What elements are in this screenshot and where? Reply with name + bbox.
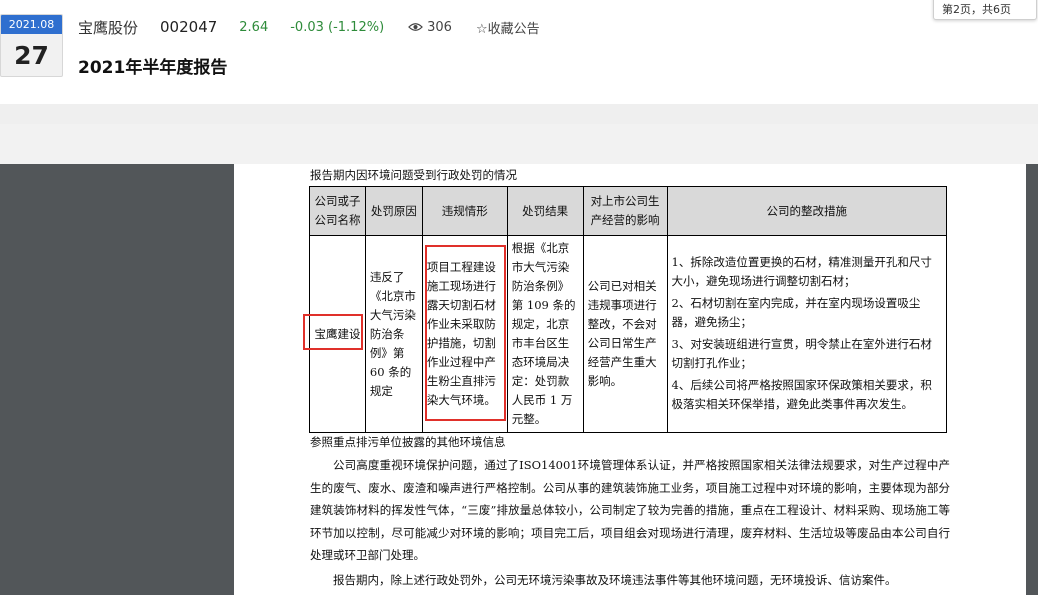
- stock-change: -0.03 (-1.12%): [290, 19, 385, 35]
- highlight-box-company: [303, 314, 363, 350]
- pdf-viewer[interactable]: 报告期内因环境问题受到行政处罚的情况 公司或子公司名称 处罚原因 违规情形 处罚…: [0, 164, 1038, 595]
- cell-reason: 违反了《北京市大气污染防治条例》第 60 条的规定: [364, 235, 423, 433]
- table-row: 宝鹰建设 违反了《北京市大气污染防治条例》第 60 条的规定 项目工程建设施工现…: [309, 235, 947, 433]
- stock-info-row: 宝鹰股份 002047 2.64 -0.03 (-1.12%) 306 ☆收藏公…: [78, 16, 540, 38]
- page-indicator: 第2页，共6页: [933, 0, 1037, 20]
- sub-title: 参照重点排污单位披露的其他环境信息: [310, 435, 506, 449]
- cell-result: 根据《北京市大气污染防治条例》第 109 条的规定，北京市丰台区生态环境局决定：…: [506, 235, 584, 433]
- document-page: 报告期内因环境问题受到行政处罚的情况 公司或子公司名称 处罚原因 违规情形 处罚…: [234, 164, 1026, 595]
- table-header-row: 公司或子公司名称 处罚原因 违规情形 处罚结果 对上市公司生产经营的影响 公司的…: [309, 186, 947, 236]
- page-title: 2021年半年度报告: [78, 58, 228, 78]
- header-violation: 违规情形: [421, 186, 508, 236]
- announcement-header: 2021.08 27 宝鹰股份 002047 2.64 -0.03 (-1.12…: [0, 0, 1038, 104]
- viewer-toolbar-area: [0, 124, 1038, 164]
- paragraph: 报告期内，除上述行政处罚外，公司无环境污染事故及环境违法事件等其他环境问题，无环…: [333, 573, 897, 587]
- date-month: 2021.08: [1, 15, 62, 34]
- header-impact: 对上市公司生产经营的影响: [582, 186, 668, 236]
- stock-name-link[interactable]: 宝鹰股份: [78, 17, 138, 38]
- stock-code: 002047: [160, 18, 218, 36]
- stock-price: 2.64: [239, 19, 269, 35]
- cell-impact: 公司已对相关违规事项进行整改，不会对公司日常生产经营产生重大影响。: [582, 235, 668, 433]
- penalty-table: 公司或子公司名称 处罚原因 违规情形 处罚结果 对上市公司生产经营的影响 公司的…: [309, 186, 947, 433]
- measure-item: 4、后续公司将严格按照国家环保政策相关要求，积极落实相关环保举措，避免此类事件再…: [671, 377, 932, 411]
- header-measures: 公司的整改措施: [666, 186, 947, 236]
- cell-measures: 1、拆除改造位置更换的石材，精准测量开孔和尺寸大小，避免现场进行调整切割石材； …: [666, 235, 947, 433]
- header-divider: [0, 104, 1038, 124]
- favorite-label: ☆收藏公告: [475, 21, 540, 37]
- measure-item: 3、对安装班组进行宣贯，明令禁止在室外进行石材切割打孔作业；: [671, 336, 932, 370]
- paragraph: 公司高度重视环境保护问题，通过了ISO14001环境管理体系认证，并严格按照国家…: [310, 458, 950, 562]
- highlight-box-violation: [425, 245, 506, 421]
- eye-icon: [408, 23, 424, 31]
- section-title: 报告期内因环境问题受到行政处罚的情况: [310, 168, 517, 182]
- measure-item: 2、石材切割在室内完成，并在室内现场设置吸尘器，避免扬尘；: [671, 295, 921, 329]
- header-company: 公司或子公司名称: [309, 186, 366, 236]
- header-reason: 处罚原因: [364, 186, 423, 236]
- header-result: 处罚结果: [506, 186, 584, 236]
- date-day: 27: [14, 41, 49, 70]
- view-count-value: 306: [427, 19, 452, 35]
- measure-item: 1、拆除改造位置更换的石材，精准测量开孔和尺寸大小，避免现场进行调整切割石材；: [671, 254, 932, 288]
- favorite-button[interactable]: ☆收藏公告: [476, 18, 540, 37]
- view-count: 306: [408, 20, 452, 35]
- date-badge: 2021.08 27: [0, 14, 63, 77]
